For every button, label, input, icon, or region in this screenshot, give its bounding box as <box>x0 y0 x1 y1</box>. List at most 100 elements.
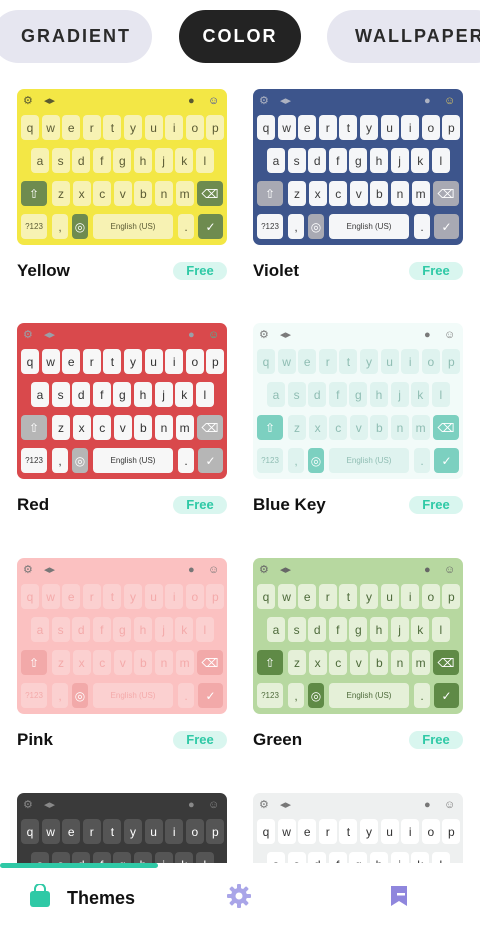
settings-icon: ⚙ <box>259 564 269 576</box>
key: h <box>370 852 388 863</box>
key: i <box>401 584 420 609</box>
key: k <box>411 382 430 407</box>
cursor-icon: ◂▸ <box>44 329 56 341</box>
key: t <box>339 584 358 609</box>
key: a <box>267 382 285 407</box>
key: u <box>144 115 163 140</box>
key: o <box>421 349 440 374</box>
emoji-icon: ☺ <box>208 95 220 107</box>
keyboard-row: ?123, ◎ English (US). ✓ <box>17 214 227 239</box>
keyboard-toolbar: ⚙ ◂▸ ● ☺ <box>17 797 227 813</box>
key: y <box>124 819 142 844</box>
free-badge: Free <box>409 262 463 280</box>
key: s <box>287 617 306 642</box>
theme-card[interactable]: ⚙◂▸●☺qwertyuiopasdfghjkl⇧zxcvbnm⌫?123,◎E… <box>253 558 463 714</box>
theme-card[interactable]: ⚙◂▸●☺qwertyuiopasdfghjkl⇧zxcvbnm⌫?123,◎E… <box>253 89 463 245</box>
key: j <box>154 852 173 863</box>
keyboard-row: qwertyuiop <box>17 584 227 609</box>
key: f <box>328 382 347 407</box>
keyboard-row: ?123, ◎ English (US). ✓ <box>253 448 463 473</box>
key: m <box>411 415 430 440</box>
keyboard-row: ?123, ◎ English (US). ✓ <box>17 683 227 708</box>
backspace-key: ⌫ <box>197 415 223 440</box>
key: k <box>175 617 194 642</box>
cursor-icon: ◂▸ <box>280 564 292 576</box>
cursor-icon: ◂▸ <box>280 799 292 811</box>
period-key: . <box>178 683 194 708</box>
key: v <box>349 650 368 675</box>
comma-key: , <box>52 683 68 708</box>
key: y <box>360 819 378 844</box>
keyboard-toolbar: ⚙ ◂▸ ● ☺ <box>253 562 463 578</box>
key: v <box>349 415 368 440</box>
theme-name: Green <box>253 730 303 749</box>
keyboard-row: qwertyuiop <box>253 115 463 140</box>
comma-key: , <box>52 214 68 239</box>
key: r <box>82 349 101 374</box>
comma-key: , <box>288 214 304 239</box>
theme-card[interactable]: ⚙◂▸●☺qwertyuiopasdfghjkl⇧zxcvbnm⌫?123,◎E… <box>17 323 227 479</box>
key: q <box>257 819 275 844</box>
bottom-nav: Themes <box>0 863 480 927</box>
theme-label-row: Pink Free <box>17 728 227 752</box>
key: w <box>277 819 296 844</box>
numbers-key: ?123 <box>21 448 47 473</box>
nav-settings[interactable] <box>226 883 252 913</box>
key: p <box>442 115 461 140</box>
settings-icon: ⚙ <box>23 95 33 107</box>
key: k <box>411 148 430 173</box>
key: y <box>360 115 378 140</box>
keyboard-row: qwertyuiop <box>253 584 463 609</box>
emoji-icon: ☺ <box>208 564 220 576</box>
theme-card[interactable]: ⚙◂▸●☺qwertyuiopasdfghjkl⇧zxcvbnm⌫?123,◎E… <box>17 89 227 245</box>
key: z <box>288 650 306 675</box>
keyboard-row: ⇧ z x c v b n m ⌫ <box>17 415 227 440</box>
key: j <box>390 148 409 173</box>
key: e <box>298 819 317 844</box>
theme-card[interactable]: ⚙◂▸●☺qwertyuiopasdfghjkl⇧zxcvbnm⌫?123,◎E… <box>253 323 463 479</box>
key: q <box>21 349 39 374</box>
key: m <box>411 650 430 675</box>
key: n <box>391 415 409 440</box>
key: t <box>339 819 358 844</box>
cursor-icon: ◂▸ <box>44 799 56 811</box>
key: h <box>134 852 152 863</box>
shift-key: ⇧ <box>21 650 47 675</box>
key: g <box>113 148 132 173</box>
key: y <box>360 584 378 609</box>
bookmark-icon <box>388 884 410 913</box>
keyboard-row: ?123, ◎ English (US). ✓ <box>253 683 463 708</box>
key: g <box>349 617 368 642</box>
key: c <box>329 181 348 206</box>
theme-name: Red <box>17 495 50 514</box>
key: l <box>431 852 450 863</box>
mic-icon: ● <box>188 799 195 811</box>
key: a <box>267 148 285 173</box>
key: j <box>390 852 409 863</box>
key: b <box>370 415 389 440</box>
mic-icon: ● <box>424 564 431 576</box>
key: h <box>134 148 152 173</box>
theme-card[interactable]: ⚙◂▸●☺qwertyuiopasdfghjkl⇧zxcvbnm⌫?123,◎E… <box>253 793 463 863</box>
nav-themes[interactable]: Themes <box>29 882 136 913</box>
nav-saved[interactable] <box>388 883 410 913</box>
shift-key: ⇧ <box>257 181 283 206</box>
numbers-key: ?123 <box>257 448 283 473</box>
cursor-icon: ◂▸ <box>280 95 292 107</box>
theme-card[interactable]: ⚙◂▸●☺qwertyuiopasdfghjkl⇧zxcvbnm⌫?123,◎E… <box>17 793 227 863</box>
key: u <box>380 819 399 844</box>
key: j <box>390 617 409 642</box>
key: d <box>72 148 91 173</box>
key: v <box>113 415 132 440</box>
cursor-icon: ◂▸ <box>44 95 56 107</box>
settings-icon: ⚙ <box>23 799 33 811</box>
key: s <box>51 617 70 642</box>
globe-key: ◎ <box>308 448 324 473</box>
theme-card[interactable]: ⚙◂▸●☺qwertyuiopasdfghjkl⇧zxcvbnm⌫?123,◎E… <box>17 558 227 714</box>
mic-icon: ● <box>188 95 195 107</box>
keyboard-row: ⇧ z x c v b n m ⌫ <box>253 415 463 440</box>
key: l <box>195 382 214 407</box>
nav-themes-label: Themes <box>67 887 136 908</box>
key: f <box>92 382 111 407</box>
key: w <box>41 349 60 374</box>
